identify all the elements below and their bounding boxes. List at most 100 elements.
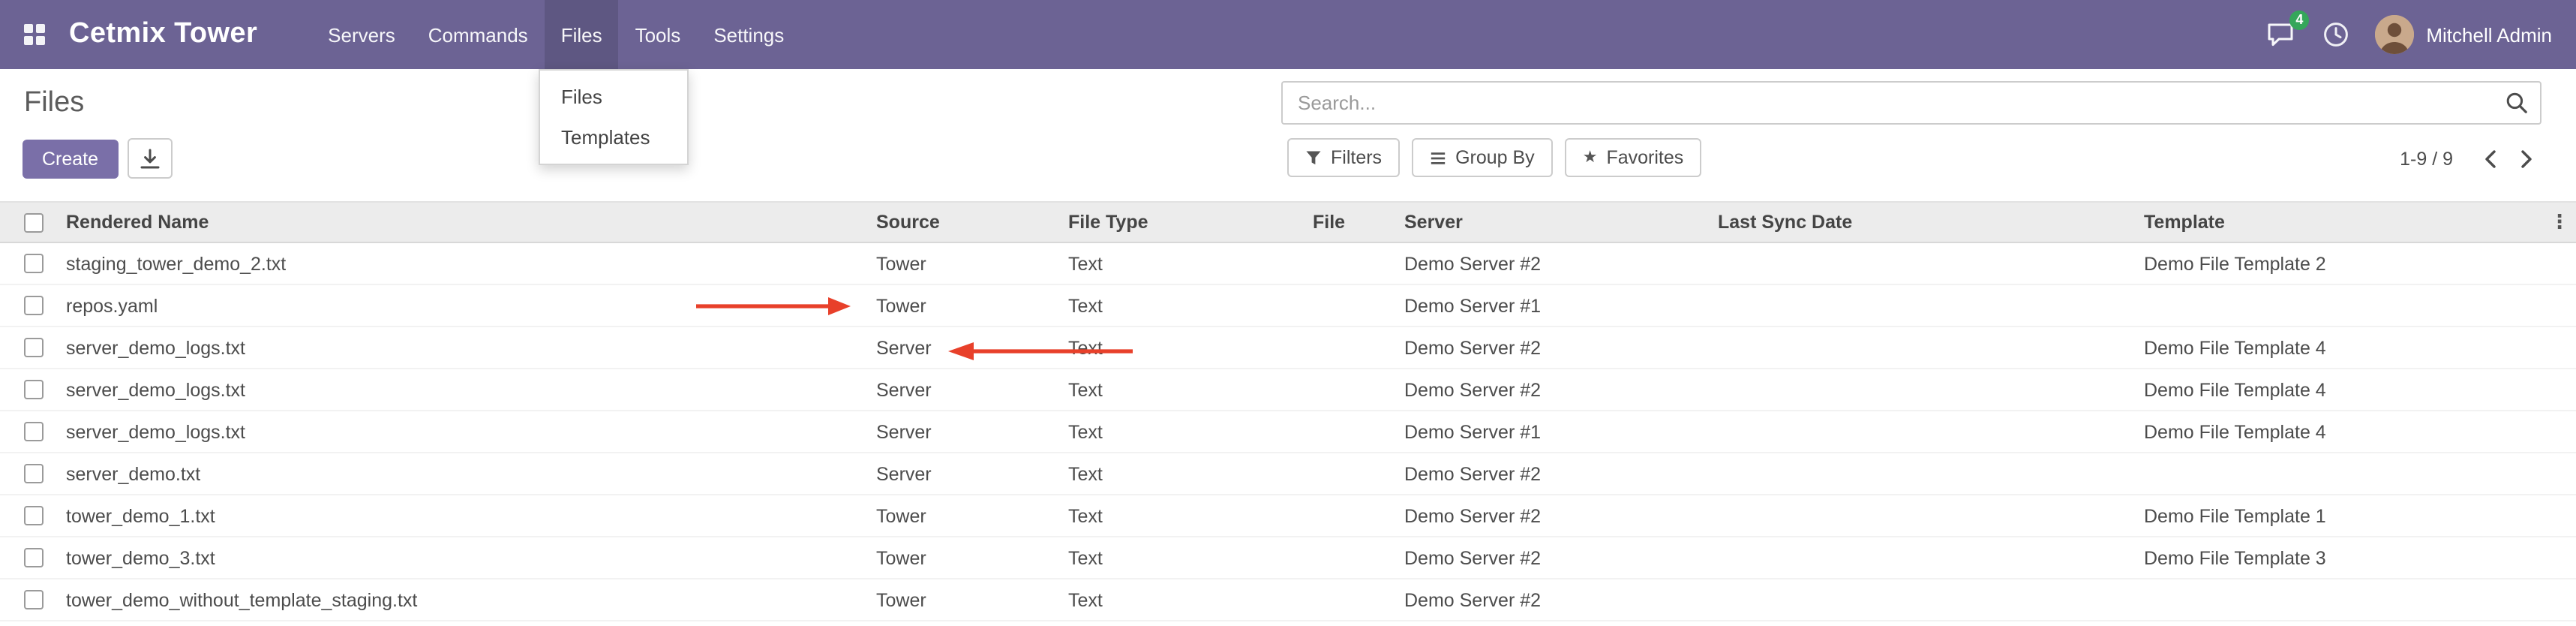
files-dropdown-menu: FilesTemplates bbox=[539, 69, 689, 165]
download-icon bbox=[139, 148, 160, 169]
cell-file_type: Text bbox=[1068, 463, 1313, 484]
cell-file_type: Text bbox=[1068, 421, 1313, 442]
cell-template: Demo File Template 4 bbox=[2144, 421, 2543, 442]
table-row[interactable]: server_demo_logs.txtServerTextDemo Serve… bbox=[0, 369, 2576, 411]
user-avatar bbox=[2375, 15, 2414, 54]
table-row[interactable]: tower_demo_without_template_staging.txtT… bbox=[0, 579, 2576, 621]
row-checkbox[interactable] bbox=[24, 296, 44, 315]
cell-source: Tower bbox=[876, 295, 1068, 316]
pager-previous-button[interactable] bbox=[2474, 140, 2507, 176]
pager-range: 1-9 / 9 bbox=[2400, 148, 2453, 169]
top-navbar: Cetmix Tower ServersCommandsFilesToolsSe… bbox=[0, 0, 2576, 69]
table-row[interactable]: tower_demo_3.txtTowerTextDemo Server #2D… bbox=[0, 537, 2576, 579]
column-header-template[interactable]: Template bbox=[2144, 212, 2543, 233]
cell-source: Server bbox=[876, 337, 1068, 358]
column-header-file_type[interactable]: File Type bbox=[1068, 212, 1313, 233]
cell-template: Demo File Template 2 bbox=[2144, 253, 2543, 274]
filters-button[interactable]: Filters bbox=[1287, 138, 1400, 177]
favorites-button[interactable]: ★ Favorites bbox=[1565, 138, 1702, 177]
cell-file_type: Text bbox=[1068, 505, 1313, 526]
group-by-bars-icon bbox=[1430, 149, 1446, 166]
page-title: Files bbox=[24, 87, 84, 120]
row-checkbox[interactable] bbox=[24, 506, 44, 525]
cell-file_type: Text bbox=[1068, 337, 1313, 358]
column-header-file[interactable]: File bbox=[1313, 212, 1404, 233]
cell-server: Demo Server #2 bbox=[1404, 547, 1718, 568]
cell-server: Demo Server #2 bbox=[1404, 337, 1718, 358]
group-by-button[interactable]: Group By bbox=[1412, 138, 1553, 177]
cell-source: Tower bbox=[876, 547, 1068, 568]
select-all-checkbox[interactable] bbox=[24, 212, 44, 232]
header-checkbox-cell bbox=[0, 212, 66, 232]
search-icon[interactable] bbox=[2492, 92, 2540, 114]
user-name: Mitchell Admin bbox=[2426, 23, 2552, 46]
cell-source: Tower bbox=[876, 505, 1068, 526]
menu-commands[interactable]: Commands bbox=[412, 0, 545, 69]
cell-rendered_name: tower_demo_1.txt bbox=[66, 505, 876, 526]
cell-source: Server bbox=[876, 421, 1068, 442]
column-header-server[interactable]: Server bbox=[1404, 212, 1718, 233]
pager-next-button[interactable] bbox=[2510, 140, 2543, 176]
cell-server: Demo Server #1 bbox=[1404, 295, 1718, 316]
row-checkbox[interactable] bbox=[24, 254, 44, 273]
row-checkbox-cell bbox=[0, 422, 66, 441]
search-box bbox=[1281, 81, 2541, 125]
table-row[interactable]: server_demo.txtServerTextDemo Server #2 bbox=[0, 453, 2576, 495]
table-row[interactable]: repos.yamlTowerText Demo Server #1 bbox=[0, 285, 2576, 327]
cell-rendered_name: server_demo_logs.txt bbox=[66, 379, 876, 400]
create-button[interactable]: Create bbox=[23, 139, 118, 178]
search-input[interactable] bbox=[1283, 92, 2492, 114]
cell-file_type: Text bbox=[1068, 295, 1313, 316]
table-header: Rendered NameSourceFile TypeFileServerLa… bbox=[0, 201, 2576, 243]
cell-template: Demo File Template 4 bbox=[2144, 379, 2543, 400]
optional-columns-toggle[interactable]: ⋮ bbox=[2543, 210, 2576, 234]
row-checkbox-cell bbox=[0, 548, 66, 567]
cell-server: Demo Server #2 bbox=[1404, 463, 1718, 484]
brand-title[interactable]: Cetmix Tower bbox=[69, 0, 257, 69]
cell-rendered_name: repos.yaml bbox=[66, 295, 876, 316]
row-checkbox-cell bbox=[0, 464, 66, 483]
favorites-label: Favorites bbox=[1606, 147, 1683, 168]
cell-rendered_name: server_demo_logs.txt bbox=[66, 337, 876, 358]
chevron-left-icon bbox=[2484, 149, 2496, 167]
menu-tools[interactable]: Tools bbox=[619, 0, 698, 69]
action-buttons: Create bbox=[23, 138, 172, 179]
table-row[interactable]: server_demo_logs.txtServerText Demo Serve… bbox=[0, 327, 2576, 369]
messages-button[interactable]: 4 bbox=[2264, 18, 2297, 51]
user-menu[interactable]: Mitchell Admin bbox=[2375, 15, 2552, 54]
navbar-right: 4 Mitchell Admin bbox=[2264, 0, 2576, 69]
dropdown-item-templates[interactable]: Templates bbox=[540, 117, 687, 158]
table-row[interactable]: tower_demo_1.txtTowerTextDemo Server #2D… bbox=[0, 495, 2576, 537]
files-list: Rendered NameSourceFile TypeFileServerLa… bbox=[0, 201, 2576, 621]
cell-rendered_name: server_demo_logs.txt bbox=[66, 421, 876, 442]
row-checkbox[interactable] bbox=[24, 464, 44, 483]
row-checkbox[interactable] bbox=[24, 548, 44, 567]
cell-file_type: Text bbox=[1068, 253, 1313, 274]
column-header-last_sync_date[interactable]: Last Sync Date bbox=[1718, 212, 2144, 233]
menu-settings[interactable]: Settings bbox=[697, 0, 800, 69]
cell-rendered_name: staging_tower_demo_2.txt bbox=[66, 253, 876, 274]
messages-badge: 4 bbox=[2289, 11, 2309, 30]
apps-menu-button[interactable] bbox=[0, 0, 69, 69]
activities-button[interactable] bbox=[2319, 18, 2352, 51]
cell-rendered_name: tower_demo_3.txt bbox=[66, 547, 876, 568]
row-checkbox[interactable] bbox=[24, 380, 44, 399]
cell-file_type: Text bbox=[1068, 379, 1313, 400]
cell-file_type: Text bbox=[1068, 547, 1313, 568]
row-checkbox[interactable] bbox=[24, 590, 44, 609]
row-checkbox-cell bbox=[0, 506, 66, 525]
row-checkbox[interactable] bbox=[24, 338, 44, 357]
search-toolbar: Filters Group By ★ Favorites bbox=[1287, 138, 1701, 177]
filter-funnel-icon bbox=[1305, 149, 1322, 166]
table-row[interactable]: server_demo_logs.txtServerTextDemo Serve… bbox=[0, 411, 2576, 453]
row-checkbox-cell bbox=[0, 590, 66, 609]
column-header-rendered_name[interactable]: Rendered Name bbox=[66, 212, 876, 233]
export-button[interactable] bbox=[127, 138, 172, 179]
menu-servers[interactable]: Servers bbox=[311, 0, 412, 69]
table-row[interactable]: staging_tower_demo_2.txtTowerTextDemo Se… bbox=[0, 243, 2576, 285]
column-header-source[interactable]: Source bbox=[876, 212, 1068, 233]
dropdown-item-files[interactable]: Files bbox=[540, 77, 687, 117]
menu-files[interactable]: Files bbox=[545, 0, 619, 69]
group-by-label: Group By bbox=[1455, 147, 1535, 168]
row-checkbox[interactable] bbox=[24, 422, 44, 441]
